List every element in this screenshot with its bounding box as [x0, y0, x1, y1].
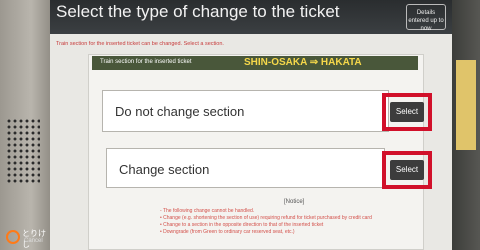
option-label: Change section: [119, 162, 210, 177]
option-change-section[interactable]: Change section: [106, 148, 385, 188]
select-button-change-section[interactable]: Select: [390, 160, 424, 180]
route-text: SHIN-OSAKA ⇒ HAKATA: [244, 57, 362, 68]
option-no-change[interactable]: Do not change section: [102, 90, 389, 132]
header-bar: Select the type of change to the ticket …: [50, 0, 452, 34]
option-label: Do not change section: [115, 104, 245, 119]
notice-line: • Change to a section in the opposite di…: [160, 222, 324, 228]
cancel-icon: [6, 230, 20, 244]
select-button-no-change[interactable]: Select: [390, 102, 424, 122]
notice-heading: [Notice]: [284, 199, 305, 205]
section-bar: Train section for the inserted ticket SH…: [92, 56, 418, 70]
instruction-text: Train section for the inserted ticket ca…: [56, 41, 224, 47]
notice-line: • Downgrade (from Green to ordinary car …: [160, 229, 295, 235]
section-label: Train section for the inserted ticket: [100, 59, 192, 65]
cancel-button[interactable]: とりけし Cancel: [0, 228, 52, 250]
machine-bezel-right: [452, 0, 480, 250]
select-highlight: Select: [382, 93, 432, 131]
details-button[interactable]: Details entered up to now: [406, 4, 446, 32]
side-sign: [456, 60, 476, 150]
select-highlight: Select: [382, 151, 432, 189]
notice-line: - The following change cannot be handled…: [160, 208, 255, 214]
ticket-machine-screen: Select the type of change to the ticket …: [50, 0, 452, 250]
notice-list: - The following change cannot be handled…: [160, 208, 372, 236]
page-title: Select the type of change to the ticket: [56, 2, 340, 21]
cancel-label-en: Cancel: [24, 238, 43, 244]
notice-line: • Change (e.g. shortening the section of…: [160, 215, 372, 221]
speaker-grille: [6, 118, 40, 184]
